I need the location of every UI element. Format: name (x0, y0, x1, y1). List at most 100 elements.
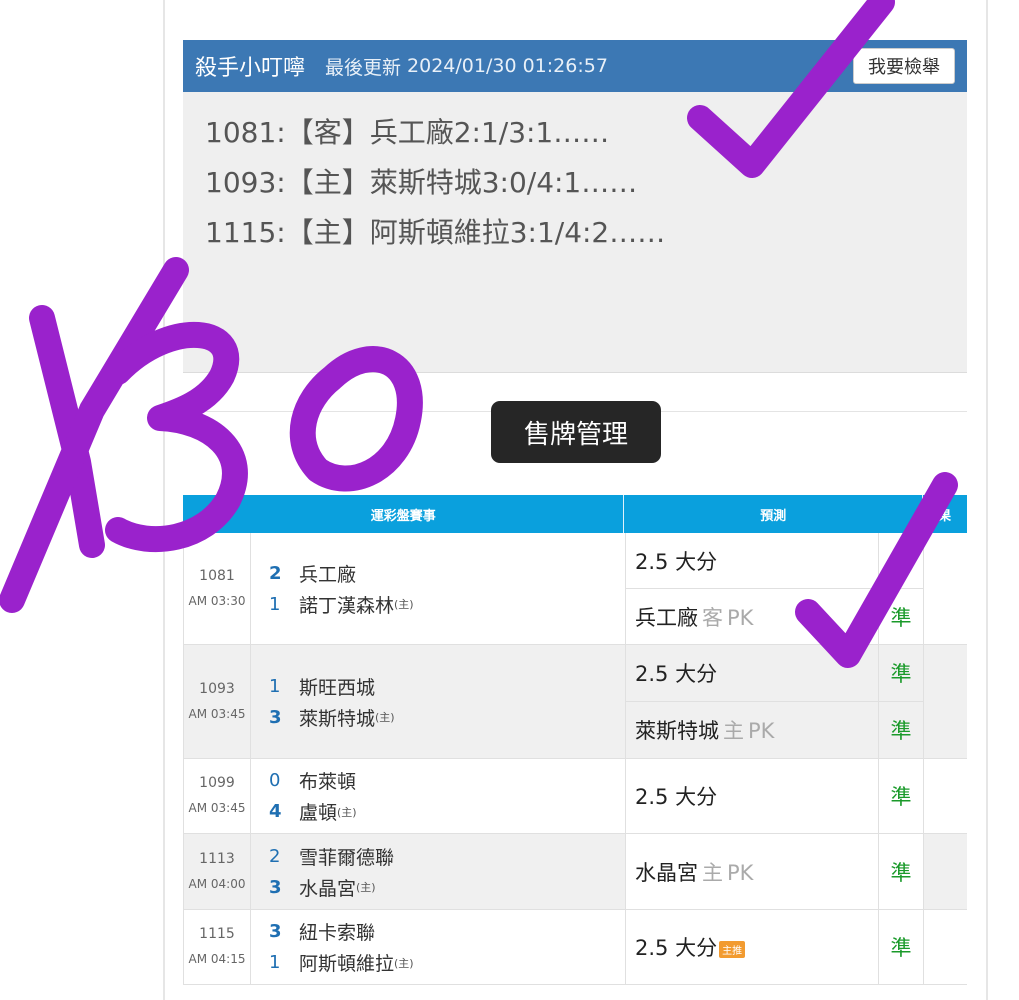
post-body: 1081:【客】兵工廠2:1/3:1…… 1093:【主】萊斯特城3:0/4:1… (183, 92, 967, 258)
match-time: AM 04:00 (188, 876, 246, 891)
team-name: 雪菲爾德聯 (299, 846, 395, 869)
match-info: 1099 AM 03:45 (184, 759, 251, 833)
team-name: 阿斯頓維拉 (299, 953, 395, 975)
team-name: 諾丁漢森林 (299, 594, 395, 617)
teams: 3 紐卡索聯 1 阿斯頓維拉 (主) (251, 910, 625, 984)
teams: 1 斯旺西城 3 萊斯特城 (主) (251, 645, 625, 758)
team-name: 斯旺西城 (299, 676, 376, 699)
table-row: 1081 AM 03:30 2 兵工廠 1 諾丁漢森林 (主) 2.5 大分 準… (183, 533, 967, 645)
team-score: 1 (269, 675, 281, 697)
match-time: AM 03:45 (188, 801, 246, 815)
match-id: 1115 (199, 926, 235, 942)
post-line: 1081:【客】兵工廠2:1/3:1…… (205, 116, 610, 149)
match-info: 1115 AM 04:15 (184, 910, 251, 984)
table-row: 1099 AM 03:45 0 布萊頓 4 盧頓 (主) 2.5 大分 準 (183, 759, 967, 834)
result-mark: 準 (878, 589, 924, 644)
team-score: 3 (269, 706, 282, 728)
team-name: 萊斯特城 (299, 707, 376, 730)
teams: 2 雪菲爾德聯 3 水晶宮 (主) (251, 834, 625, 909)
table-row: 1115 AM 04:15 3 紐卡索聯 1 阿斯頓維拉 (主) 2.5 大分主… (183, 910, 967, 985)
team-score: 2 (269, 845, 281, 867)
team-name: 盧頓 (299, 802, 338, 824)
result-mark: 準 (878, 910, 924, 984)
header-prediction: 預測 (623, 495, 922, 533)
prediction-side: 主 (702, 860, 723, 885)
prediction-cell: 2.5 大分 準 萊斯特城主 PK 準 (625, 645, 924, 758)
team-name: 紐卡索聯 (299, 922, 376, 944)
team-name: 布萊頓 (299, 771, 357, 793)
analysis-post: 殺手小叮嚀 最後更新 2024/01/30 01:26:57 我要檢舉 1081… (183, 40, 967, 373)
team-row: 1 阿斯頓維拉 (主) (251, 947, 625, 978)
prediction-pick: 水晶宮 (635, 860, 698, 885)
result-mark: 準 (878, 645, 924, 701)
result-mark: 準 (878, 759, 924, 833)
prediction-pick: 2.5 大分 (635, 662, 718, 686)
match-id: 1113 (199, 850, 235, 867)
prediction-text: 2.5 大分 主推 (626, 932, 878, 962)
teams: 0 布萊頓 4 盧頓 (主) (251, 759, 625, 833)
team-score: 2 (269, 562, 282, 584)
team-row: 3 萊斯特城 (主) (251, 702, 625, 733)
match-time: AM 03:30 (188, 593, 246, 608)
home-mark: (主) (356, 881, 376, 894)
left-border (163, 0, 165, 1000)
match-time: AM 03:45 (188, 706, 246, 721)
team-row: 1 斯旺西城 (251, 671, 625, 702)
prediction-row: 萊斯特城主 PK 準 (626, 702, 924, 758)
prediction-text: 兵工廠客 PK (626, 602, 878, 632)
team-row: 2 兵工廠 (251, 558, 625, 589)
team-row: 1 諾丁漢森林 (主) (251, 589, 625, 620)
prediction-row: 2.5 大分 準 (626, 645, 924, 702)
prediction-cell: 2.5 大分 主推 準 (625, 910, 924, 984)
result-mark: 準 (878, 834, 924, 909)
table-row: 1113 AM 04:00 2 雪菲爾德聯 3 水晶宮 (主) 水晶宮主 PK 準 (183, 834, 967, 910)
team-name: 水晶宮 (299, 877, 357, 900)
prediction-side: 客 (702, 605, 723, 630)
post-header: 殺手小叮嚀 最後更新 2024/01/30 01:26:57 我要檢舉 (183, 40, 967, 92)
match-info: 1113 AM 04:00 (184, 834, 251, 909)
prediction-pk: PK (727, 605, 754, 630)
handwritten-zero (289, 346, 423, 492)
table-header: 運彩盤賽事 預測 結果 (183, 495, 967, 533)
team-row: 0 布萊頓 (251, 765, 625, 796)
featured-badge: 主推 (719, 940, 746, 958)
header-match: 運彩盤賽事 (370, 508, 436, 524)
prediction-pk: PK (748, 719, 775, 743)
right-border (986, 0, 988, 1000)
team-score: 4 (269, 801, 282, 822)
team-row: 3 紐卡索聯 (251, 916, 625, 947)
prediction-row: 水晶宮主 PK 準 (626, 834, 924, 909)
home-mark: (主) (375, 711, 395, 724)
report-button[interactable]: 我要檢舉 (853, 48, 955, 84)
home-mark: (主) (394, 598, 414, 611)
team-name: 兵工廠 (299, 563, 357, 586)
match-time: AM 04:15 (188, 952, 246, 966)
header-result: 結果 (922, 495, 967, 533)
prediction-pick: 2.5 大分 (635, 549, 718, 574)
post-line: 1093:【主】萊斯特城3:0/4:1…… (205, 166, 638, 199)
table-row: 1093 AM 03:45 1 斯旺西城 3 萊斯特城 (主) 2.5 大分 準… (183, 645, 967, 759)
match-id: 1099 (199, 775, 235, 791)
result-mark: 準 (878, 533, 924, 588)
prediction-row: 兵工廠客 PK 準 (626, 589, 924, 644)
prediction-row: 2.5 大分 準 (626, 759, 924, 833)
prediction-row: 2.5 大分 準 (626, 533, 924, 589)
teams: 2 兵工廠 1 諾丁漢森林 (主) (251, 533, 625, 644)
prediction-side: 主 (723, 719, 744, 743)
prediction-row: 2.5 大分 主推 準 (626, 910, 924, 984)
match-id: 1081 (199, 567, 235, 584)
handwritten-one (29, 305, 105, 558)
team-score: 3 (269, 876, 282, 898)
prediction-cell: 2.5 大分 準 兵工廠客 PK 準 (625, 533, 924, 644)
team-score: 1 (269, 952, 281, 973)
prediction-pick: 萊斯特城 (635, 719, 719, 743)
prediction-cell: 水晶宮主 PK 準 (625, 834, 924, 909)
team-row: 4 盧頓 (主) (251, 796, 625, 827)
match-id: 1093 (199, 680, 235, 697)
handwritten-slash (0, 257, 189, 613)
last-updated-time: 2024/01/30 01:26:57 (407, 55, 608, 77)
sold-management-button[interactable]: 售牌管理 (491, 401, 661, 463)
last-updated-label: 最後更新 (325, 56, 402, 79)
result-mark: 準 (878, 702, 924, 758)
team-score: 0 (269, 770, 281, 791)
